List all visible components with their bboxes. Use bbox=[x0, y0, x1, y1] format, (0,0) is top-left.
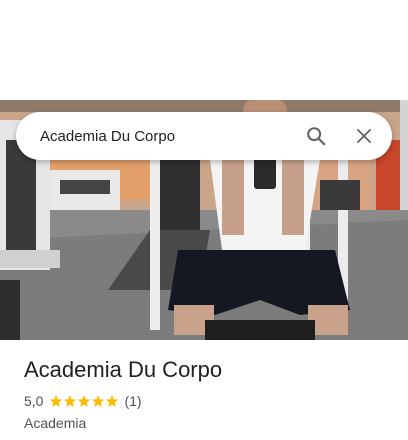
search-query-text[interactable]: Academia Du Corpo bbox=[40, 128, 292, 145]
rating-value: 5,0 bbox=[24, 393, 44, 409]
star-icon bbox=[50, 395, 63, 407]
review-count[interactable]: (1) bbox=[124, 392, 141, 410]
rating-row[interactable]: 5,0 (1) bbox=[24, 392, 392, 410]
place-title[interactable]: Academia Du Corpo bbox=[24, 356, 392, 384]
place-info: Academia Du Corpo 5,0 (1) Academia bbox=[24, 356, 392, 432]
star-icon bbox=[92, 395, 105, 407]
star-icon bbox=[78, 395, 91, 407]
place-card: Academia Du Corpo Academia Du Corpo 5,0 bbox=[0, 0, 408, 440]
star-icon bbox=[106, 395, 119, 407]
search-button[interactable] bbox=[292, 112, 340, 160]
close-icon bbox=[357, 129, 371, 143]
close-button[interactable] bbox=[340, 112, 388, 160]
place-category: Academia bbox=[24, 415, 87, 431]
star-icon bbox=[64, 395, 77, 407]
search-box[interactable]: Academia Du Corpo bbox=[16, 112, 392, 160]
star-rating bbox=[49, 394, 119, 408]
search-icon bbox=[307, 127, 326, 146]
